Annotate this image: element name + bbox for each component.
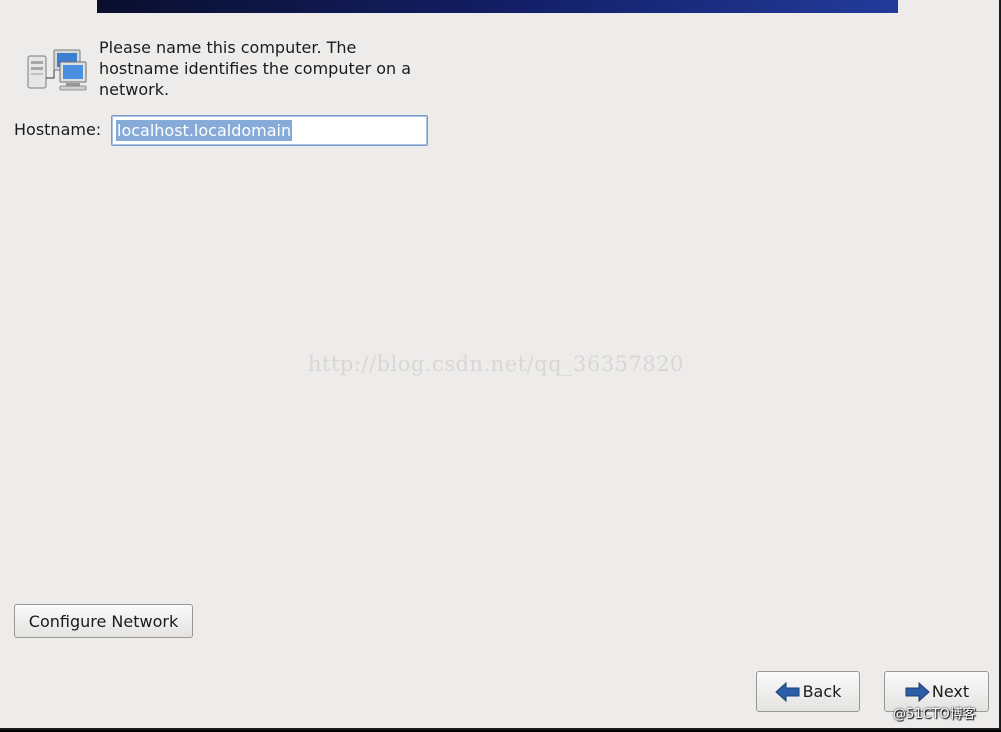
intro-text: Please name this computer. The hostname … bbox=[99, 38, 412, 99]
header-banner bbox=[97, 0, 898, 13]
hostname-label: Hostname: bbox=[14, 120, 102, 139]
hostname-input[interactable]: localhost.localdomain bbox=[111, 115, 428, 146]
network-computers-icon bbox=[27, 49, 87, 91]
back-label: Back bbox=[802, 682, 842, 701]
back-button[interactable]: Back bbox=[756, 671, 860, 712]
corner-watermark: @51CTO博客 bbox=[893, 707, 976, 722]
configure-network-button[interactable]: Configure Network bbox=[14, 604, 193, 638]
left-arrow-icon bbox=[774, 681, 800, 702]
watermark-text: http://blog.csdn.net/qq_36357820 bbox=[308, 352, 684, 376]
right-arrow-icon bbox=[905, 681, 930, 702]
hostname-value[interactable]: localhost.localdomain bbox=[116, 120, 293, 141]
next-label: Next bbox=[931, 682, 970, 701]
installer-window: Please name this computer. The hostname … bbox=[0, 0, 1001, 730]
configure-network-label: Configure Network bbox=[28, 611, 179, 631]
